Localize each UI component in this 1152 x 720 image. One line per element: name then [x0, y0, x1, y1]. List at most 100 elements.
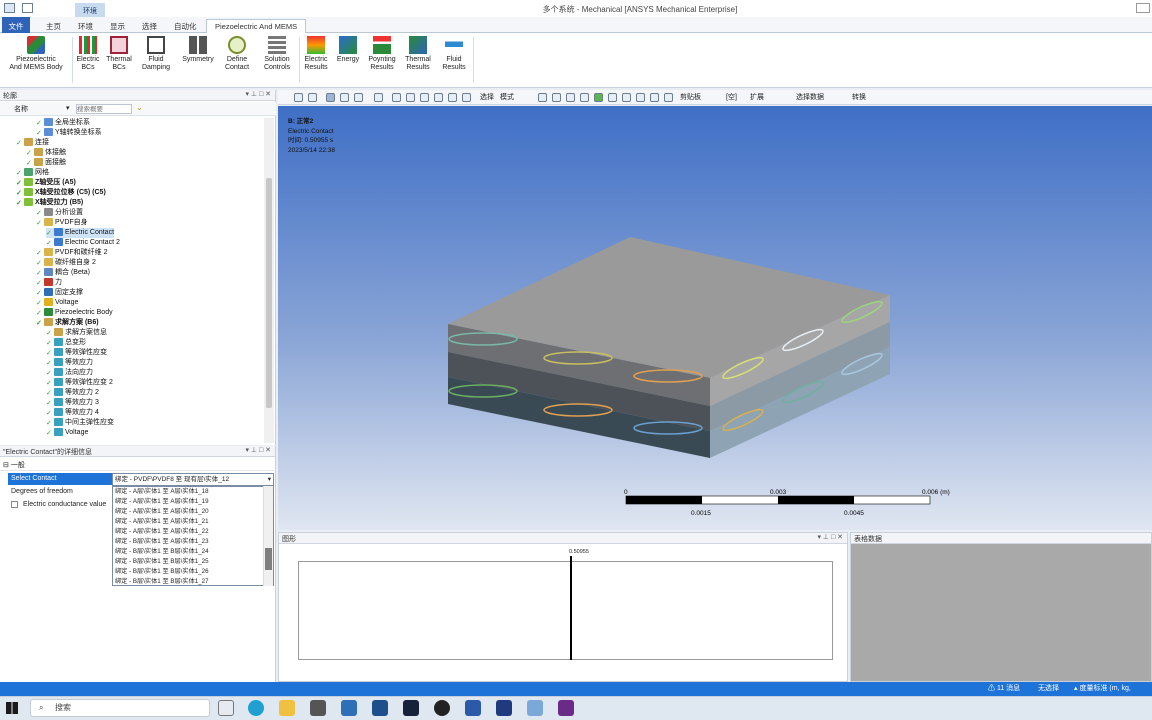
tree-item[interactable]: ✓ 等效弹性应变 — [46, 348, 107, 358]
contact-option[interactable]: 绑定 - A层\实体1 至 A层\实体1_18 — [113, 487, 273, 497]
electric-bcs-button[interactable]: Electric BCs — [74, 36, 102, 86]
file-explorer-icon[interactable] — [279, 700, 295, 716]
panel-controls[interactable]: ▾ ⊥ □ ✕ — [245, 446, 271, 454]
tree-item[interactable]: ✓ Voltage — [36, 298, 78, 308]
tab-automation[interactable]: 自动化 — [166, 19, 205, 33]
symmetry-button[interactable]: Symmetry — [178, 36, 218, 86]
scrollbar-thumb[interactable] — [265, 548, 272, 570]
ansys-workbench-icon[interactable] — [372, 700, 388, 716]
tree-item[interactable]: ✓ 法向应力 — [46, 368, 93, 378]
tree-item[interactable]: ✓ Voltage — [46, 428, 88, 438]
extend-menu[interactable]: 扩展 — [750, 92, 764, 103]
tab-environment[interactable]: 环境 — [70, 19, 101, 33]
degrees-of-freedom-row[interactable]: Degrees of freedom — [8, 486, 112, 498]
tree-item[interactable]: ✓ 等效应力 4 — [46, 408, 99, 418]
tree-item[interactable]: ✓ Piezoelectric Body — [36, 308, 113, 318]
select-edge-icon[interactable] — [552, 93, 561, 102]
solution-controls-button[interactable]: Solution Controls — [257, 36, 297, 86]
tree-item[interactable]: ✓ PVDF和碳纤维 2 — [36, 248, 108, 258]
mechanical-icon[interactable] — [558, 700, 574, 716]
select-node-icon[interactable] — [594, 93, 603, 102]
chevron-down-icon[interactable]: ▾ — [268, 474, 271, 485]
fluid-damping-button[interactable]: Fluid Damping — [136, 36, 176, 86]
graph-plot-area[interactable] — [298, 561, 833, 660]
tree-item[interactable]: ✓ Y轴转换坐标系 — [36, 128, 102, 138]
select-menu[interactable]: 选择 — [480, 92, 494, 103]
restore-icon[interactable] — [1136, 3, 1150, 13]
store-icon[interactable] — [310, 700, 326, 716]
clipboard-menu[interactable]: 剪贴板 — [680, 92, 701, 103]
select-element-icon[interactable] — [608, 93, 617, 102]
tree-item[interactable]: ✓ 力 — [36, 278, 62, 288]
electric-conductance-row[interactable]: Electric conductance value — [8, 499, 112, 511]
tree-item[interactable]: ✓ X轴受拉位移 (C5) (C5) — [16, 188, 106, 198]
app-icon[interactable] — [527, 700, 543, 716]
tree-item[interactable]: ✓ Electric Contact — [46, 228, 115, 238]
select-mode-icon[interactable] — [326, 93, 335, 102]
tree-item[interactable]: ✓ 耦合 (Beta) — [36, 268, 90, 278]
details-group[interactable]: ⊟ 一般 — [0, 460, 276, 471]
select-body-icon[interactable] — [580, 93, 589, 102]
panel-controls[interactable]: ▾ ⊥ □ ✕ — [817, 533, 843, 541]
filter-icon[interactable]: ⌄ — [136, 103, 143, 112]
contact-option[interactable]: 绑定 - A层\实体1 至 A层\实体1_22 — [113, 527, 273, 537]
contact-option[interactable]: 绑定 - A层\实体1 至 A层\实体1_19 — [113, 497, 273, 507]
units-status[interactable]: ▴ 度量标准 (m, kg, — [1074, 682, 1131, 696]
tree-item[interactable]: ✓ 固定支撑 — [36, 288, 83, 298]
thermal-bcs-button[interactable]: Thermal BCs — [104, 36, 134, 86]
select-data-menu[interactable]: 选择数据 — [796, 92, 824, 103]
graphics-viewport[interactable]: 0 0.003 0.006 (m) 0.0015 0.0045 — [278, 106, 1152, 530]
convert-menu[interactable]: 转换 — [852, 92, 866, 103]
tree-item[interactable]: ✓ 连接 — [16, 138, 49, 148]
mode-menu[interactable]: 模式 — [500, 92, 514, 103]
tab-display[interactable]: 显示 — [102, 19, 133, 33]
zoom-in-icon[interactable] — [294, 93, 303, 102]
zoom-fit-icon[interactable] — [434, 93, 443, 102]
pan-icon[interactable] — [392, 93, 401, 102]
tree-item[interactable]: ✓ 网格 — [16, 168, 49, 178]
vertex-select-icon[interactable] — [354, 93, 363, 102]
tree-item[interactable]: ✓ 面接触 — [26, 158, 66, 168]
tree-item[interactable]: ✓ 全局坐标系 — [36, 118, 90, 128]
select-vertex-icon[interactable] — [538, 93, 547, 102]
zoom-icon[interactable] — [406, 93, 415, 102]
edge-browser-icon[interactable] — [248, 700, 264, 716]
tree-item[interactable]: ✓ 等效应力 2 — [46, 388, 99, 398]
contact-option[interactable]: 绑定 - A层\实体1 至 A层\实体1_21 — [113, 517, 273, 527]
tree-item[interactable]: ✓ 求解方案信息 — [46, 328, 107, 338]
outline-search-input[interactable] — [76, 104, 132, 114]
taskbar-search[interactable]: ⌕ 搜索 — [30, 699, 210, 717]
contact-option[interactable]: 绑定 - B层\实体1 至 B层\实体1_27 — [113, 577, 273, 585]
select-all-icon[interactable] — [650, 93, 659, 102]
collapse-icon[interactable]: ⊟ — [3, 462, 9, 469]
save-icon[interactable] — [22, 3, 33, 13]
tree-item[interactable]: ✓ 体接触 — [26, 148, 66, 158]
select-face-icon[interactable] — [566, 93, 575, 102]
tab-selection[interactable]: 选择 — [134, 19, 165, 33]
tree-item[interactable]: ✓ 总变形 — [46, 338, 86, 348]
rotate-icon[interactable] — [374, 93, 383, 102]
select-box-icon[interactable] — [664, 93, 673, 102]
tree-item[interactable]: ✓ PVDF自身 — [36, 218, 88, 228]
tree-item[interactable]: ✓ 分析设置 — [36, 208, 83, 218]
select-contact-row[interactable]: Select Contact — [8, 473, 112, 485]
outline-scrollbar[interactable] — [264, 118, 274, 443]
thermal-results-button[interactable]: Thermal Results — [401, 36, 435, 86]
word-icon[interactable] — [465, 700, 481, 716]
tree-item[interactable]: ✓ 求解方案 (B6) — [36, 318, 99, 328]
contact-option[interactable]: 绑定 - B层\实体1 至 A层\实体1_23 — [113, 537, 273, 547]
task-view-icon[interactable] — [218, 700, 234, 716]
piezo-body-button[interactable]: Piezoelectric And MEMS Body — [2, 36, 70, 86]
select-element-face-icon[interactable] — [622, 93, 631, 102]
energy-button[interactable]: Energy — [333, 36, 363, 86]
obs-icon[interactable] — [434, 700, 450, 716]
model-view[interactable]: 0 0.003 0.006 (m) 0.0015 0.0045 — [278, 106, 1152, 530]
tree-item[interactable]: ✓ 碳纤维自身 2 — [36, 258, 96, 268]
spaceclaim-icon[interactable] — [496, 700, 512, 716]
poynting-results-button[interactable]: Poynting Results — [365, 36, 399, 86]
zoom-out-icon[interactable] — [308, 93, 317, 102]
time-marker-line[interactable] — [570, 556, 572, 660]
contact-option[interactable]: 绑定 - B层\实体1 至 B层\实体1_24 — [113, 547, 273, 557]
define-contact-button[interactable]: Define Contact — [219, 36, 255, 86]
magnifier-icon[interactable] — [448, 93, 457, 102]
